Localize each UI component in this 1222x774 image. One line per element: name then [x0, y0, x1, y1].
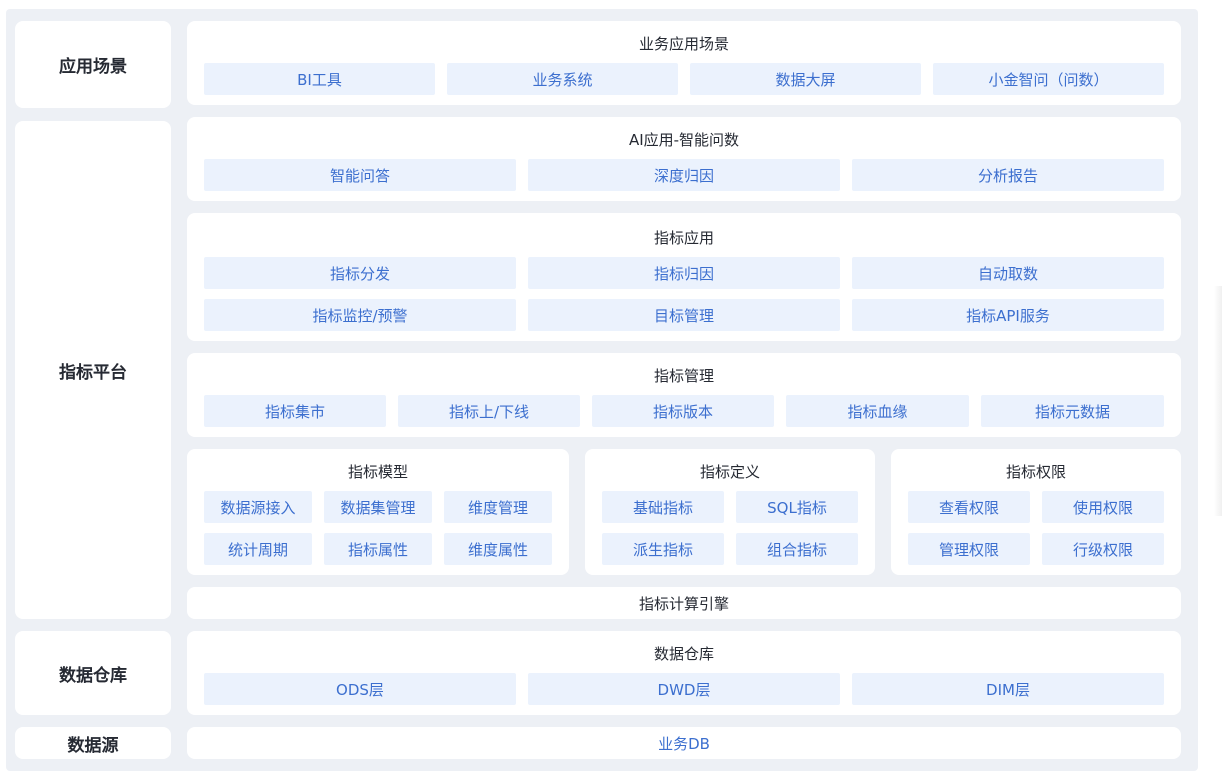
business-db-bar: 业务DB [187, 727, 1181, 759]
chip-ods-layer[interactable]: ODS层 [204, 673, 516, 705]
chip-dim-layer[interactable]: DIM层 [852, 673, 1164, 705]
data-warehouse-panel: 数据仓库 ODS层 DWD层 DIM层 [187, 631, 1181, 715]
metric-compute-engine-label: 指标计算引擎 [638, 594, 729, 613]
chip-metric-market[interactable]: 指标集市 [204, 395, 386, 427]
metric-permission-title: 指标权限 [1005, 463, 1066, 481]
chip-deep-attribution[interactable]: 深度归因 [528, 159, 840, 191]
business-scenarios-title: 业务应用场景 [638, 35, 729, 53]
chip-composite-metric[interactable]: 组合指标 [736, 533, 858, 565]
ai-application-panel: AI应用-智能问数 智能问答 深度归因 分析报告 [187, 117, 1181, 201]
chip-target-management[interactable]: 目标管理 [528, 299, 840, 331]
chip-analysis-report[interactable]: 分析报告 [852, 159, 1164, 191]
label-metric-platform-text: 指标平台 [59, 362, 127, 383]
chip-use-permission[interactable]: 使用权限 [1042, 491, 1164, 523]
metric-definition-title: 指标定义 [699, 463, 760, 481]
metric-management-panel: 指标管理 指标集市 指标上/下线 指标版本 指标血缘 指标元数据 [187, 353, 1181, 437]
chip-metric-version[interactable]: 指标版本 [592, 395, 774, 427]
chip-smart-qa[interactable]: 智能问答 [204, 159, 516, 191]
business-db-label: 业务DB [658, 734, 710, 753]
chip-metric-attribution[interactable]: 指标归因 [528, 257, 840, 289]
chip-derived-metric[interactable]: 派生指标 [602, 533, 724, 565]
metric-application-title: 指标应用 [653, 229, 714, 247]
chip-statistic-period[interactable]: 统计周期 [204, 533, 312, 565]
chip-basic-metric[interactable]: 基础指标 [602, 491, 724, 523]
chip-dwd-layer[interactable]: DWD层 [528, 673, 840, 705]
metric-model-title: 指标模型 [347, 463, 408, 481]
chip-row-permission[interactable]: 行级权限 [1042, 533, 1164, 565]
page-edge-shadow [1214, 286, 1222, 516]
chip-dataset-management[interactable]: 数据集管理 [324, 491, 432, 523]
metric-definition-panel: 指标定义 基础指标 SQL指标 派生指标 组合指标 [585, 449, 875, 575]
chip-auto-fetch[interactable]: 自动取数 [852, 257, 1164, 289]
metric-permission-panel: 指标权限 查看权限 使用权限 管理权限 行级权限 [891, 449, 1181, 575]
chip-metric-distribution[interactable]: 指标分发 [204, 257, 516, 289]
chip-smart-query[interactable]: 小金智问（问数） [933, 63, 1164, 95]
metric-application-panel: 指标应用 指标分发 指标归因 自动取数 指标监控/预警 目标管理 指标API服务 [187, 213, 1181, 341]
chip-dimension-attributes[interactable]: 维度属性 [444, 533, 552, 565]
chip-dimension-management[interactable]: 维度管理 [444, 491, 552, 523]
label-data-source-text: 数据源 [67, 735, 119, 756]
chip-metric-attributes[interactable]: 指标属性 [324, 533, 432, 565]
metric-model-panel: 指标模型 数据源接入 数据集管理 维度管理 统计周期 指标属性 维度属性 [187, 449, 569, 575]
business-scenarios-panel: 业务应用场景 BI工具 业务系统 数据大屏 小金智问（问数） [187, 21, 1181, 105]
label-application-scenario: 应用场景 [15, 21, 171, 108]
chip-manage-permission[interactable]: 管理权限 [908, 533, 1030, 565]
chip-metric-online-offline[interactable]: 指标上/下线 [398, 395, 580, 427]
label-data-source: 数据源 [15, 727, 171, 759]
ai-application-title: AI应用-智能问数 [628, 131, 740, 149]
chip-metric-api-service[interactable]: 指标API服务 [852, 299, 1164, 331]
chip-sql-metric[interactable]: SQL指标 [736, 491, 858, 523]
metric-management-title: 指标管理 [653, 367, 714, 385]
chip-datasource-access[interactable]: 数据源接入 [204, 491, 312, 523]
label-application-scenario-text: 应用场景 [59, 57, 127, 77]
data-warehouse-title: 数据仓库 [653, 645, 714, 663]
chip-view-permission[interactable]: 查看权限 [908, 491, 1030, 523]
chip-metric-monitor-alert[interactable]: 指标监控/预警 [204, 299, 516, 331]
chip-metric-lineage[interactable]: 指标血缘 [786, 395, 969, 427]
label-data-warehouse-text: 数据仓库 [59, 665, 127, 686]
chip-bi-tools[interactable]: BI工具 [204, 63, 435, 95]
label-data-warehouse: 数据仓库 [15, 631, 171, 715]
chip-metric-metadata[interactable]: 指标元数据 [981, 395, 1164, 427]
chip-business-system[interactable]: 业务系统 [447, 63, 678, 95]
label-metric-platform: 指标平台 [15, 121, 171, 619]
metric-compute-engine-bar: 指标计算引擎 [187, 587, 1181, 619]
chip-data-screen[interactable]: 数据大屏 [690, 63, 921, 95]
